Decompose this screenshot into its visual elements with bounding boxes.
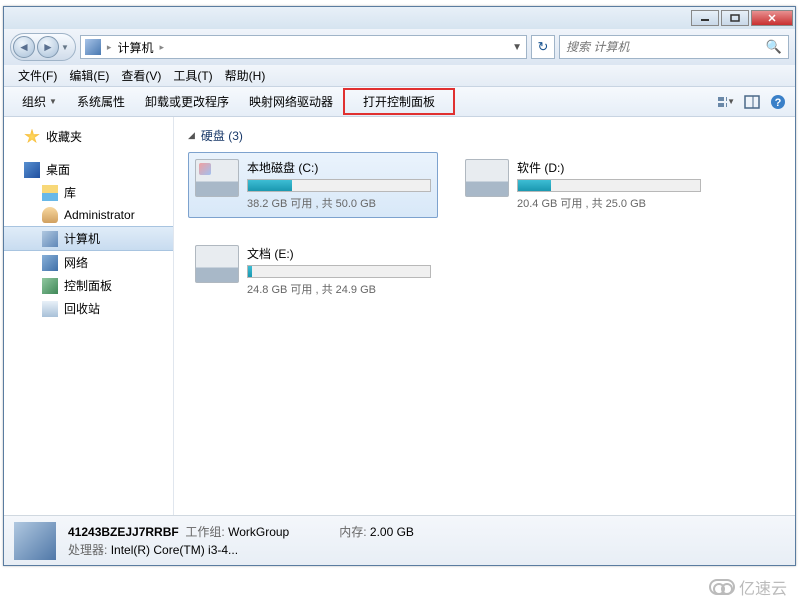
capacity-bar bbox=[517, 179, 701, 192]
sidebar-computer[interactable]: 计算机 bbox=[4, 226, 173, 251]
close-button[interactable] bbox=[751, 10, 793, 26]
toolbar: 组织▼ 系统属性 卸载或更改程序 映射网络驱动器 打开控制面板 ▼ ? bbox=[4, 87, 795, 117]
sidebar-recycle-bin[interactable]: 回收站 bbox=[4, 297, 173, 320]
breadcrumb-arrow-icon[interactable]: ▸ bbox=[159, 42, 164, 53]
view-options-button[interactable]: ▼ bbox=[717, 93, 735, 111]
search-box[interactable]: 🔍 bbox=[559, 35, 789, 59]
desktop-icon bbox=[24, 162, 40, 178]
drive-label: 软件 (D:) bbox=[517, 159, 701, 176]
back-button[interactable]: ◄ bbox=[13, 36, 35, 58]
computer-name: 41243BZEJJ7RRBF bbox=[68, 525, 179, 539]
recycle-bin-icon bbox=[42, 301, 58, 317]
preview-pane-button[interactable] bbox=[743, 93, 761, 111]
sidebar-network[interactable]: 网络 bbox=[4, 251, 173, 274]
search-icon[interactable]: 🔍 bbox=[766, 39, 782, 55]
drive-label: 文档 (E:) bbox=[247, 245, 431, 262]
sidebar-control-panel[interactable]: 控制面板 bbox=[4, 274, 173, 297]
computer-icon bbox=[85, 39, 101, 55]
address-dropdown-icon[interactable]: ▼ bbox=[512, 42, 522, 53]
computer-icon bbox=[42, 231, 58, 247]
breadcrumb-location[interactable]: 计算机 bbox=[117, 39, 153, 56]
section-title: 硬盘 (3) bbox=[201, 127, 243, 144]
address-bar[interactable]: ▸ 计算机 ▸ ▼ bbox=[80, 35, 527, 59]
forward-button[interactable]: ► bbox=[37, 36, 59, 58]
watermark: 亿速云 bbox=[709, 575, 787, 599]
system-properties-button[interactable]: 系统属性 bbox=[67, 89, 135, 114]
menu-tools[interactable]: 工具(T) bbox=[167, 65, 218, 86]
chevron-down-icon: ▼ bbox=[727, 97, 735, 106]
watermark-icon bbox=[709, 579, 735, 595]
sidebar-desktop[interactable]: 桌面 bbox=[4, 158, 173, 181]
libraries-icon bbox=[42, 185, 58, 201]
minimize-button[interactable] bbox=[691, 10, 719, 26]
drive-d[interactable]: 软件 (D:) 20.4 GB 可用 , 共 25.0 GB bbox=[458, 152, 708, 218]
svg-text:?: ? bbox=[775, 97, 782, 109]
computer-large-icon bbox=[14, 522, 56, 560]
user-icon bbox=[42, 207, 58, 223]
organize-button[interactable]: 组织▼ bbox=[12, 89, 67, 114]
help-button[interactable]: ? bbox=[769, 93, 787, 111]
section-header[interactable]: ◢ 硬盘 (3) bbox=[188, 127, 781, 144]
drive-icon bbox=[195, 159, 239, 197]
map-network-drive-button[interactable]: 映射网络驱动器 bbox=[239, 89, 343, 114]
sidebar-administrator[interactable]: Administrator bbox=[4, 204, 173, 226]
drive-icon bbox=[465, 159, 509, 197]
chevron-down-icon: ▼ bbox=[49, 97, 57, 106]
capacity-bar bbox=[247, 265, 431, 278]
drive-c[interactable]: 本地磁盘 (C:) 38.2 GB 可用 , 共 50.0 GB bbox=[188, 152, 438, 218]
drive-stats: 20.4 GB 可用 , 共 25.0 GB bbox=[517, 195, 701, 211]
open-control-panel-button[interactable]: 打开控制面板 bbox=[343, 88, 455, 115]
maximize-button[interactable] bbox=[721, 10, 749, 26]
uninstall-programs-button[interactable]: 卸载或更改程序 bbox=[135, 89, 239, 114]
menubar: 文件(F) 编辑(E) 查看(V) 工具(T) 帮助(H) bbox=[4, 65, 795, 87]
collapse-icon: ◢ bbox=[188, 130, 195, 141]
drives-list: 本地磁盘 (C:) 38.2 GB 可用 , 共 50.0 GB 软件 (D:)… bbox=[188, 152, 781, 304]
network-icon bbox=[42, 255, 58, 271]
breadcrumb-arrow-icon: ▸ bbox=[107, 42, 112, 53]
sidebar-favorites[interactable]: 收藏夹 bbox=[4, 125, 173, 148]
titlebar bbox=[4, 7, 795, 29]
refresh-button[interactable]: ↻ bbox=[531, 35, 555, 59]
menu-edit[interactable]: 编辑(E) bbox=[63, 65, 115, 86]
navigation-pane: 收藏夹 桌面 库 Administrator 计算机 网络 控制面板 回收站 bbox=[4, 117, 174, 515]
drive-stats: 38.2 GB 可用 , 共 50.0 GB bbox=[247, 195, 431, 211]
drive-e[interactable]: 文档 (E:) 24.8 GB 可用 , 共 24.9 GB bbox=[188, 238, 438, 304]
menu-view[interactable]: 查看(V) bbox=[115, 65, 167, 86]
star-icon bbox=[24, 129, 40, 145]
search-input[interactable] bbox=[566, 40, 766, 54]
history-dropdown-icon[interactable]: ▼ bbox=[61, 43, 69, 52]
navigation-bar: ◄ ► ▼ ▸ 计算机 ▸ ▼ ↻ 🔍 bbox=[4, 29, 795, 65]
content-area: 收藏夹 桌面 库 Administrator 计算机 网络 控制面板 回收站 ◢… bbox=[4, 117, 795, 515]
menu-file[interactable]: 文件(F) bbox=[12, 65, 63, 86]
nav-arrows: ◄ ► ▼ bbox=[10, 33, 76, 61]
capacity-bar bbox=[247, 179, 431, 192]
drive-label: 本地磁盘 (C:) bbox=[247, 159, 431, 176]
drive-icon bbox=[195, 245, 239, 283]
menu-help[interactable]: 帮助(H) bbox=[219, 65, 272, 86]
details-pane: 41243BZEJJ7RRBF 工作组: WorkGroup 内存: 2.00 … bbox=[4, 515, 795, 565]
control-panel-icon bbox=[42, 278, 58, 294]
main-pane: ◢ 硬盘 (3) 本地磁盘 (C:) 38.2 GB 可用 , 共 50.0 G… bbox=[174, 117, 795, 515]
explorer-window: ◄ ► ▼ ▸ 计算机 ▸ ▼ ↻ 🔍 文件(F) 编辑(E) 查看(V) 工具… bbox=[3, 6, 796, 566]
sidebar-libraries[interactable]: 库 bbox=[4, 181, 173, 204]
drive-stats: 24.8 GB 可用 , 共 24.9 GB bbox=[247, 281, 431, 297]
